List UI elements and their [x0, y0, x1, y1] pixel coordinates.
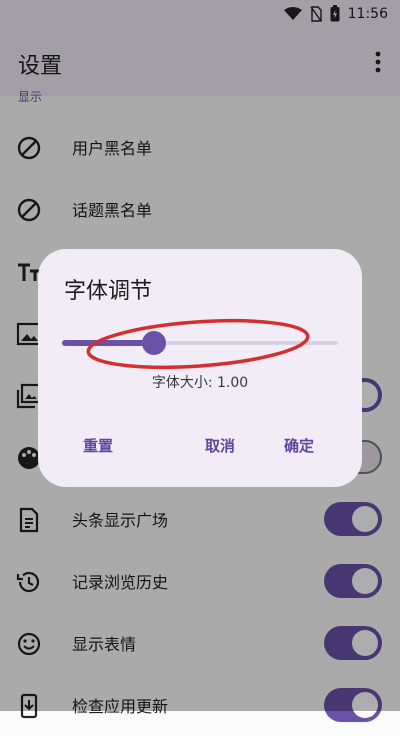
font-size-dialog: 字体调节 字体大小: 1.00 重置 取消 确定: [38, 249, 362, 487]
reset-button[interactable]: 重置: [83, 435, 113, 456]
dialog-title: 字体调节: [64, 279, 153, 304]
font-size-value: 字体大小: 1.00: [151, 375, 249, 391]
annotation-circle: [86, 319, 310, 369]
cancel-button[interactable]: 取消: [205, 435, 235, 456]
confirm-button[interactable]: 确定: [284, 435, 314, 456]
